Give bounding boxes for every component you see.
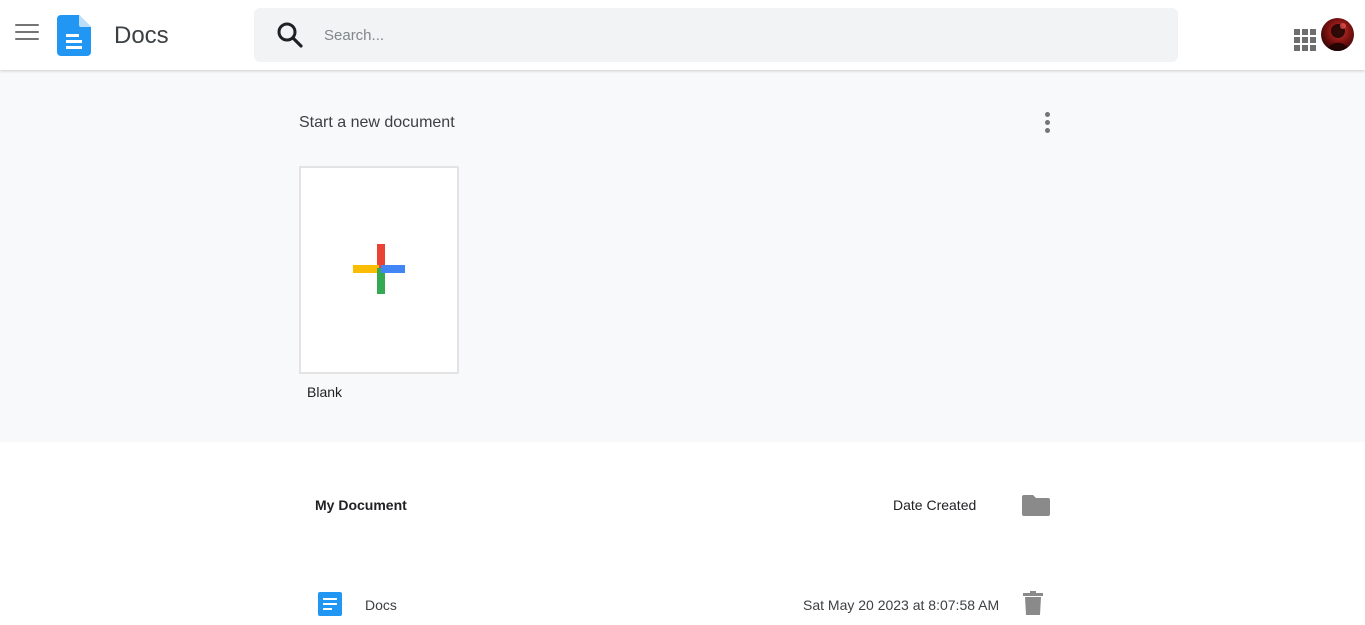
avatar-image bbox=[1327, 23, 1349, 51]
date-created-header[interactable]: Date Created bbox=[893, 497, 976, 513]
app-title: Docs bbox=[114, 22, 169, 49]
document-row[interactable]: Docs Sat May 20 2023 at 8:07:58 AM bbox=[300, 583, 1060, 625]
document-icon bbox=[318, 592, 342, 616]
apps-grid-icon[interactable] bbox=[1293, 28, 1317, 52]
search-bar[interactable] bbox=[254, 8, 1178, 62]
top-app-bar: Docs bbox=[0, 0, 1365, 70]
document-date: Sat May 20 2023 at 8:07:58 AM bbox=[803, 597, 1000, 613]
section-title: Start a new document bbox=[299, 114, 455, 131]
docs-logo-icon[interactable] bbox=[57, 15, 91, 56]
blank-template-card[interactable] bbox=[299, 166, 459, 374]
user-avatar[interactable] bbox=[1321, 18, 1354, 51]
search-input[interactable] bbox=[324, 16, 1144, 54]
trash-icon[interactable] bbox=[1023, 591, 1043, 615]
document-name[interactable]: Docs bbox=[365, 597, 397, 613]
plus-icon bbox=[353, 244, 405, 294]
documents-header-title: My Document bbox=[315, 497, 407, 513]
menu-icon[interactable] bbox=[11, 19, 43, 47]
blank-template-label: Blank bbox=[307, 384, 343, 400]
search-icon[interactable] bbox=[275, 20, 305, 50]
new-document-section: Start a new document Blank bbox=[0, 70, 1365, 442]
more-vert-icon[interactable] bbox=[1037, 110, 1057, 136]
folder-icon[interactable] bbox=[1022, 493, 1050, 517]
